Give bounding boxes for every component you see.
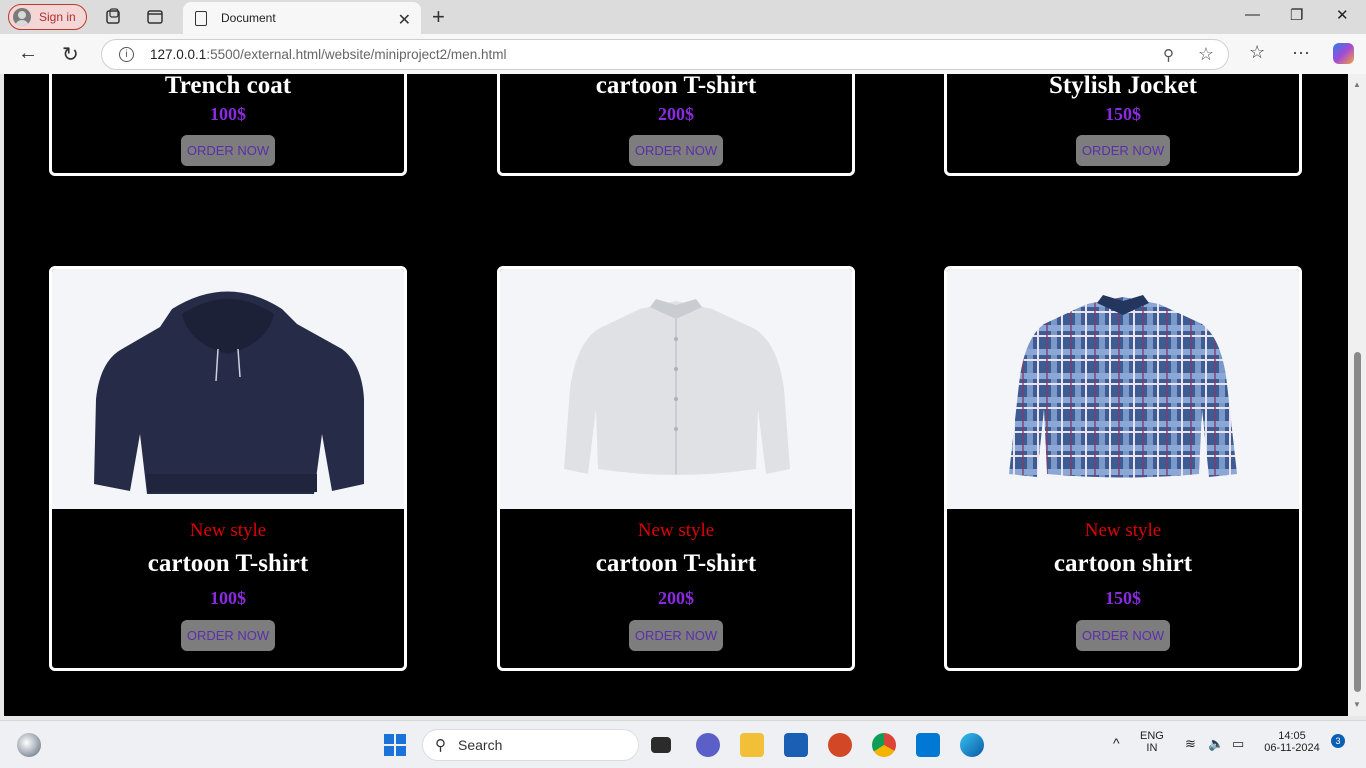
sign-in-label: Sign in [39,10,76,24]
file-explorer-icon[interactable] [740,733,764,757]
product-tag: New style [1084,520,1162,541]
vscode-icon[interactable] [916,733,940,757]
notification-badge[interactable]: 3 [1331,734,1345,748]
scroll-up-icon[interactable]: ▲ [1353,80,1361,89]
search-label: Search [458,737,503,753]
back-icon[interactable]: ← [18,42,38,65]
wifi-icon[interactable]: ≋ [1185,736,1196,752]
order-now-button[interactable]: ORDER NOW [1076,135,1170,166]
product-card: cartoon T-shirt 200$ ORDER NOW [497,74,855,176]
navigation-bar: ← ↻ i 127.0.0.1:5500/external.html/websi… [0,34,1366,74]
page-viewport: Trench coat 100$ ORDER NOW cartoon T-shi… [4,74,1348,716]
product-name: Stylish Jocket [1049,74,1197,99]
windows-start-icon[interactable] [383,733,407,757]
favorite-star-icon[interactable]: ☆ [1198,44,1214,65]
product-price: 100$ [210,104,246,124]
close-tab-icon[interactable]: ✕ [398,10,411,30]
product-image-plaid-shirt [947,269,1299,509]
product-image-hoodie [52,269,404,509]
task-view-icon[interactable] [651,737,671,753]
product-name: cartoon T-shirt [595,550,757,577]
profile-icon [13,8,31,26]
title-bar: Sign in Document ✕ + — ❐ ✕ [0,0,1366,34]
product-name: cartoon T-shirt [147,550,309,577]
chrome-icon[interactable] [872,733,896,757]
volume-icon[interactable]: 🔈 [1208,736,1224,752]
tab-title: Document [221,11,276,25]
clock[interactable]: 14:05 06-11-2024 [1262,730,1322,754]
powerpoint-icon[interactable] [828,733,852,757]
product-card: New style cartoon shirt 150$ ORDER NOW [944,266,1302,671]
order-now-button[interactable]: ORDER NOW [1076,620,1170,651]
product-name: cartoon shirt [1053,550,1193,577]
product-name: cartoon T-shirt [595,74,757,99]
product-card: New style cartoon T-shirt 100$ ORDER NOW [49,266,407,671]
product-image-white-shirt [500,269,852,509]
url-text: 127.0.0.1:5500/external.html/website/min… [150,47,507,62]
product-price: 150$ [1105,104,1141,124]
product-card: New style cartoon T-shirt 200$ ORDER NOW [497,266,855,671]
restore-icon[interactable]: ❐ [1290,6,1303,24]
product-price: 150$ [1105,588,1141,608]
document-icon [195,10,207,26]
favorites-icon[interactable]: ☆ [1249,42,1265,63]
product-name: Trench coat [164,74,292,99]
minimize-icon[interactable]: — [1245,6,1260,23]
taskbar: ⚲ Search ^ ENG IN ≋ 🔈 ▭ 14:05 06-11-2024… [0,720,1366,768]
copilot-icon[interactable] [1333,43,1354,64]
product-price: 200$ [658,104,694,124]
product-tag: New style [189,520,267,541]
zoom-icon[interactable]: ⚲ [1163,46,1174,64]
site-info-icon[interactable]: i [119,47,134,62]
search-icon: ⚲ [435,737,446,754]
scrollbar-thumb[interactable] [1354,352,1361,692]
workspaces-icon[interactable] [104,8,122,26]
order-now-button[interactable]: ORDER NOW [629,135,723,166]
product-tag: New style [637,520,715,541]
language-indicator[interactable]: ENG IN [1140,730,1164,754]
refresh-icon[interactable]: ↻ [62,42,79,67]
order-now-button[interactable]: ORDER NOW [181,620,275,651]
sign-in-button[interactable]: Sign in [8,4,87,30]
more-menu-icon[interactable]: ··· [1292,42,1310,63]
product-card: Trench coat 100$ ORDER NOW [49,74,407,176]
store-icon[interactable] [784,733,808,757]
show-hidden-icons[interactable]: ^ [1113,735,1120,751]
scroll-down-icon[interactable]: ▼ [1353,700,1361,709]
weather-widget-icon[interactable] [17,733,41,757]
product-price: 200$ [658,588,694,608]
taskbar-search[interactable]: ⚲ Search [422,729,639,761]
new-tab-icon[interactable]: + [432,4,445,30]
tab-document[interactable]: Document ✕ [183,2,421,34]
tab-actions-icon[interactable] [146,8,164,26]
product-card: Stylish Jocket 150$ ORDER NOW [944,74,1302,176]
edge-icon[interactable] [960,733,984,757]
order-now-button[interactable]: ORDER NOW [629,620,723,651]
close-window-icon[interactable]: ✕ [1336,6,1349,24]
vertical-scrollbar[interactable]: ▲ ▼ [1348,74,1366,716]
chat-icon[interactable] [696,733,720,757]
product-price: 100$ [210,588,246,608]
battery-icon[interactable]: ▭ [1232,736,1244,752]
address-bar[interactable]: i 127.0.0.1:5500/external.html/website/m… [101,39,1229,70]
order-now-button[interactable]: ORDER NOW [181,135,275,166]
